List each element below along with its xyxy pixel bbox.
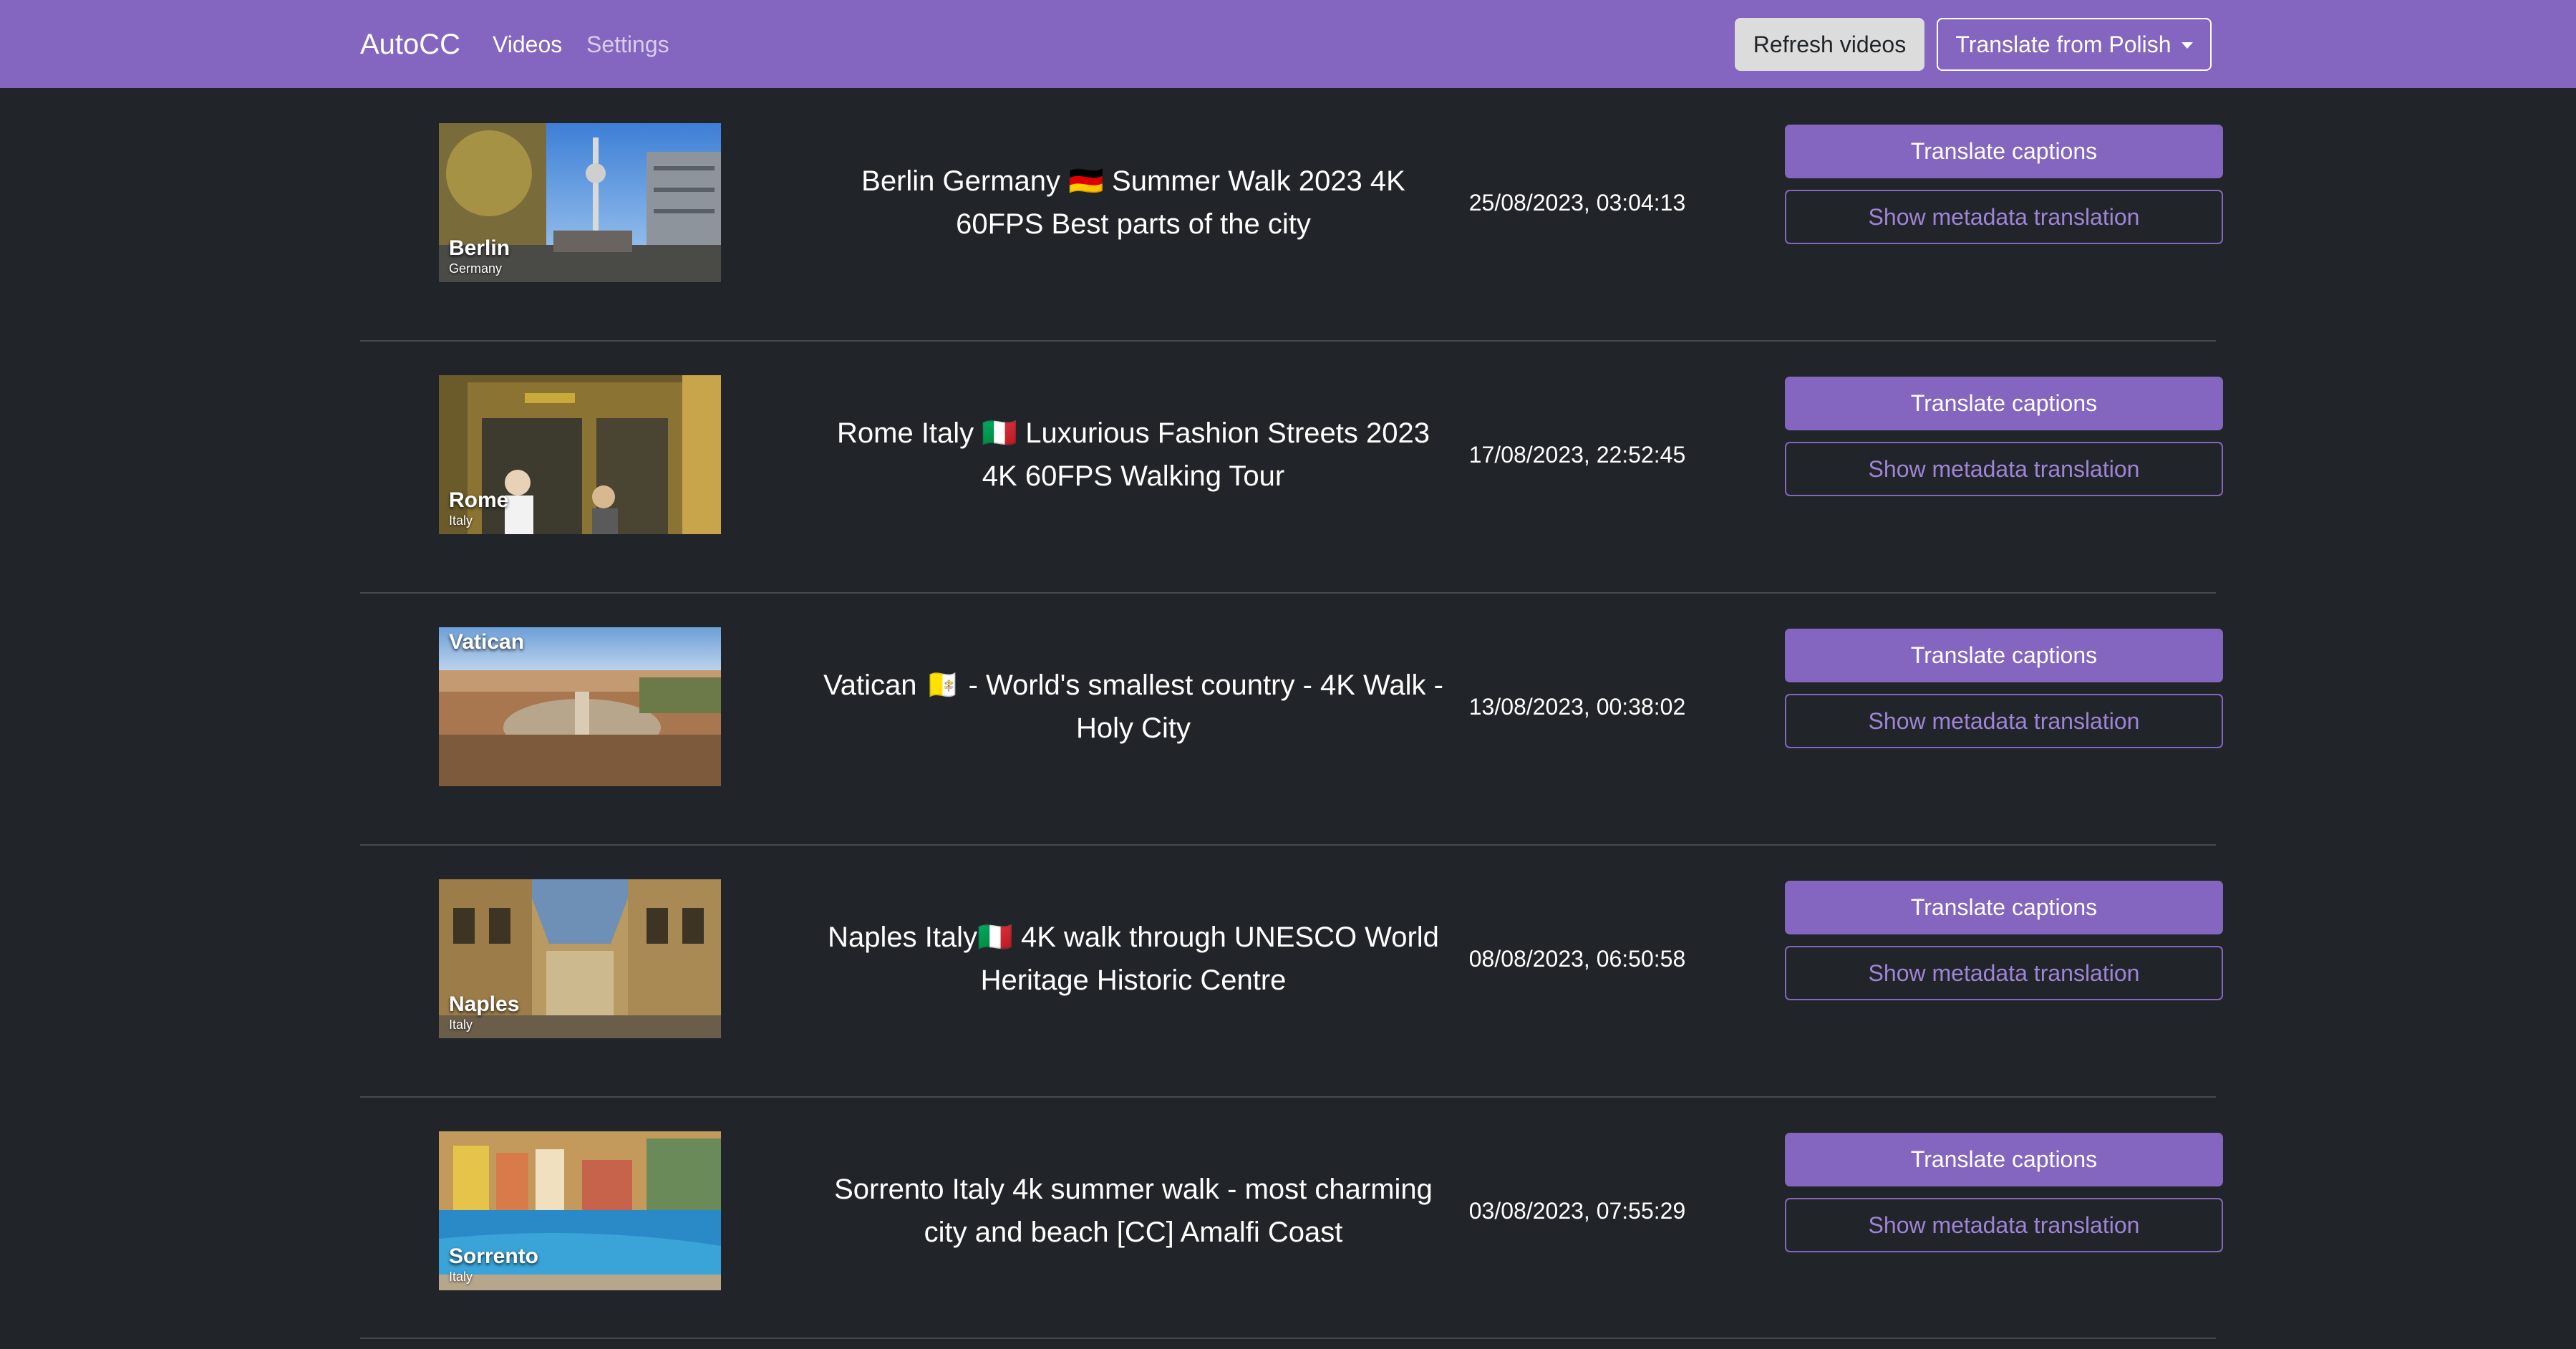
translate-captions-button[interactable]: Translate captions	[1785, 629, 2223, 682]
nav-videos-link[interactable]: Videos	[493, 32, 562, 58]
translate-from-dropdown[interactable]: Translate from Polish	[1937, 18, 2212, 71]
video-row: Sorrento Italy Sorrento Italy 4k summer …	[360, 1096, 2223, 1349]
thumbnail-city-label: Rome	[449, 488, 509, 512]
video-thumbnail: Vatican	[439, 627, 721, 786]
show-metadata-translation-button[interactable]: Show metadata translation	[1785, 694, 2223, 748]
top-navbar: AutoCC Videos Settings Refresh videos Tr…	[0, 0, 2576, 88]
video-row: Naples Italy Naples Italy🇮🇹 4K walk thro…	[360, 844, 2223, 1097]
video-date: 25/08/2023, 03:04:13	[1468, 189, 1686, 216]
caret-down-icon	[2181, 42, 2193, 49]
video-thumbnail: Sorrento Italy	[439, 1131, 721, 1290]
video-date: 08/08/2023, 06:50:58	[1468, 945, 1686, 972]
video-title: Vatican 🇻🇦 - World's smallest country - …	[823, 669, 1443, 744]
video-title: Sorrento Italy 4k summer walk - most cha…	[834, 1174, 1433, 1248]
show-metadata-translation-button[interactable]: Show metadata translation	[1785, 190, 2223, 244]
video-thumbnail: Rome Italy	[439, 375, 721, 534]
show-metadata-translation-button[interactable]: Show metadata translation	[1785, 946, 2223, 1000]
video-title: Naples Italy🇮🇹 4K walk through UNESCO Wo…	[828, 922, 1439, 996]
thumbnail-city-label: Vatican	[449, 630, 525, 654]
video-thumbnail: Naples Italy	[439, 879, 721, 1038]
translate-captions-button[interactable]: Translate captions	[1785, 881, 2223, 934]
video-row: Vatican Vatican 🇻🇦 - World's smallest co…	[360, 592, 2223, 845]
thumbnail-city-label: Naples	[449, 992, 520, 1016]
thumbnail-country-label: Germany	[449, 261, 503, 276]
video-title: Berlin Germany 🇩🇪 Summer Walk 2023 4K 60…	[861, 165, 1405, 240]
refresh-videos-button[interactable]: Refresh videos	[1735, 18, 1924, 71]
row-divider	[360, 1338, 2216, 1339]
show-metadata-translation-button[interactable]: Show metadata translation	[1785, 1198, 2223, 1252]
app-brand[interactable]: AutoCC	[360, 29, 460, 61]
translate-captions-button[interactable]: Translate captions	[1785, 1133, 2223, 1186]
video-row: Berlin Germany Berlin Germany 🇩🇪 Summer …	[360, 89, 2223, 341]
nav-settings-link[interactable]: Settings	[586, 32, 669, 58]
show-metadata-translation-button[interactable]: Show metadata translation	[1785, 442, 2223, 496]
translate-captions-button[interactable]: Translate captions	[1785, 125, 2223, 178]
video-row: Rome Italy Rome Italy 🇮🇹 Luxurious Fashi…	[360, 340, 2223, 593]
thumbnail-country-label: Italy	[449, 1017, 473, 1032]
thumbnail-city-label: Sorrento	[449, 1244, 539, 1268]
video-title: Rome Italy 🇮🇹 Luxurious Fashion Streets …	[837, 417, 1430, 492]
video-date: 17/08/2023, 22:52:45	[1468, 441, 1686, 468]
translate-from-label: Translate from Polish	[1955, 31, 2171, 57]
refresh-videos-label: Refresh videos	[1753, 31, 1907, 57]
thumbnail-city-label: Berlin	[449, 236, 510, 260]
video-date: 13/08/2023, 00:38:02	[1468, 693, 1686, 720]
video-date: 03/08/2023, 07:55:29	[1468, 1197, 1686, 1224]
thumbnail-country-label: Italy	[449, 1270, 473, 1284]
thumbnail-country-label: Italy	[449, 513, 473, 528]
video-thumbnail: Berlin Germany	[439, 123, 721, 282]
translate-captions-button[interactable]: Translate captions	[1785, 377, 2223, 430]
